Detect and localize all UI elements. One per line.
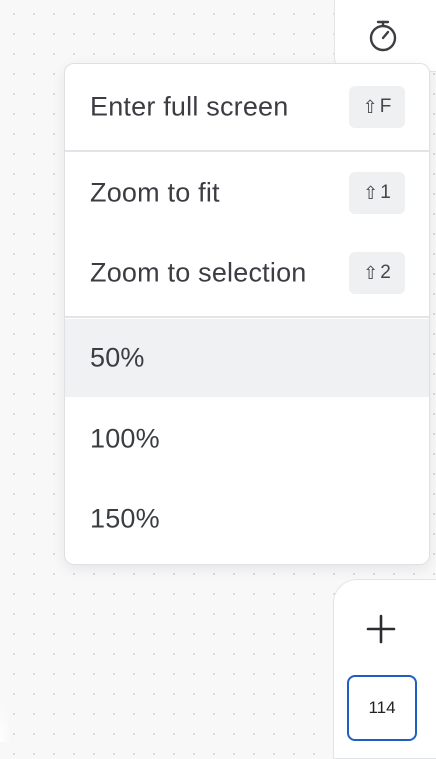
plus-icon — [366, 614, 396, 649]
zoom-controls-panel: 114 — [333, 579, 436, 759]
shortcut-badge: ⇧ F — [349, 86, 405, 128]
menu-item-zoom-to-selection[interactable]: Zoom to selection ⇧ 2 — [65, 234, 429, 312]
zoom-level-input[interactable]: 114 — [347, 675, 417, 741]
menu-divider — [65, 316, 429, 318]
shortcut-badge: ⇧ 2 — [349, 252, 405, 294]
menu-item-zoom-100[interactable]: 100% — [65, 400, 429, 478]
menu-item-label: 50% — [90, 342, 145, 373]
menu-item-label: 150% — [90, 503, 160, 534]
menu-item-label: Zoom to selection — [90, 257, 307, 288]
menu-divider — [65, 150, 429, 152]
shortcut-badge: ⇧ 1 — [349, 172, 405, 214]
zoom-menu: Enter full screen ⇧ F Zoom to fit ⇧ 1 Zo… — [64, 63, 430, 565]
menu-item-zoom-150[interactable]: 150% — [65, 480, 429, 558]
menu-item-zoom-50[interactable]: 50% — [65, 319, 429, 397]
shift-key-icon: ⇧ — [363, 183, 379, 203]
stopwatch-icon — [367, 19, 399, 58]
shift-key-icon: ⇧ — [363, 263, 379, 283]
zoom-level-value: 114 — [368, 698, 396, 717]
menu-item-enter-full-screen[interactable]: Enter full screen ⇧ F — [65, 68, 429, 146]
shift-key-icon: ⇧ — [362, 97, 378, 117]
zoom-in-button[interactable] — [358, 608, 404, 654]
menu-item-label: Zoom to fit — [90, 177, 220, 208]
edge-shadow — [0, 700, 12, 742]
shortcut-key: F — [379, 96, 392, 117]
top-right-toolbar — [334, 0, 436, 72]
menu-item-label: Enter full screen — [90, 91, 289, 122]
timer-button[interactable] — [363, 18, 403, 58]
shortcut-key: 1 — [380, 182, 391, 203]
shortcut-key: 2 — [380, 262, 391, 283]
menu-item-label: 100% — [90, 423, 160, 454]
menu-item-zoom-to-fit[interactable]: Zoom to fit ⇧ 1 — [65, 154, 429, 232]
